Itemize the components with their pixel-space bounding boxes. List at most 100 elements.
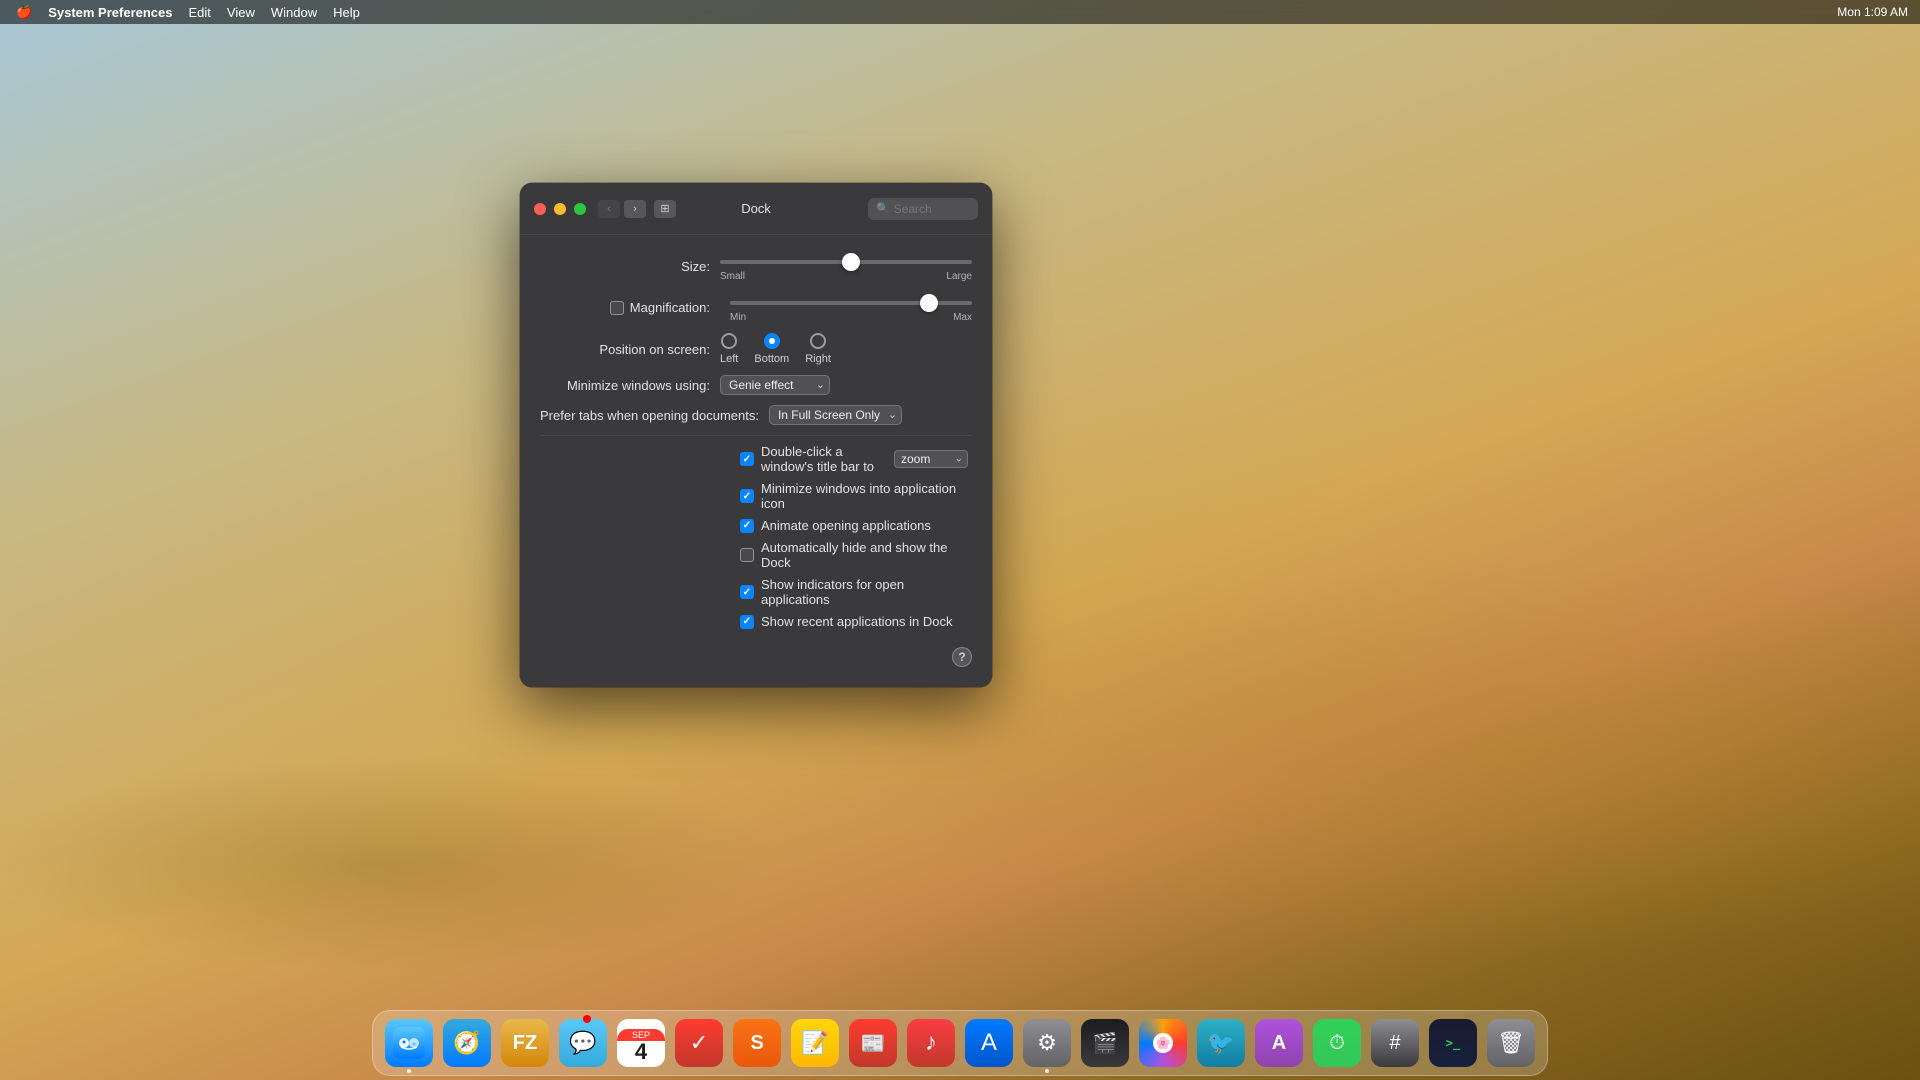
dock-item-iterm[interactable]: >_ — [1427, 1017, 1479, 1069]
dock-item-filezilla[interactable]: FZ — [499, 1017, 551, 1069]
minimize-button[interactable] — [554, 203, 566, 215]
dock-preferences-window: ‹ › ⊞ Dock 🔍 Size: Small Large — [520, 183, 992, 687]
dock-item-finder[interactable] — [383, 1017, 435, 1069]
dock-item-photos[interactable]: 🌸 — [1137, 1017, 1189, 1069]
magnification-checkbox[interactable] — [610, 301, 624, 315]
size-slider[interactable] — [720, 260, 972, 264]
position-row: Position on screen: Left Bottom Right — [540, 333, 972, 365]
bottom-row: ? — [540, 637, 972, 667]
search-bar[interactable]: 🔍 — [868, 198, 978, 220]
show-recent-row: Show recent applications in Dock — [740, 614, 972, 629]
finder-icon — [385, 1019, 433, 1067]
position-bottom-label: Bottom — [754, 353, 789, 365]
maximize-button[interactable] — [574, 203, 586, 215]
menubar-time: Mon 1:09 AM — [1833, 5, 1912, 19]
zoom-select[interactable]: zoom minimize — [894, 450, 968, 468]
minimize-app-icon-row: Minimize windows into application icon — [740, 481, 972, 511]
minimize-row: Minimize windows using: Genie effect Sca… — [540, 375, 972, 395]
finder-dot — [407, 1069, 411, 1073]
position-right-radio[interactable] — [810, 333, 826, 349]
auto-hide-label: Automatically hide and show the Dock — [761, 540, 972, 570]
show-recent-checkbox[interactable] — [740, 615, 754, 629]
photos-icon: 🌸 — [1139, 1019, 1187, 1067]
size-small-label: Small — [720, 271, 745, 282]
filezilla-icon: FZ — [501, 1019, 549, 1067]
separator — [540, 435, 972, 436]
menubar-right: Mon 1:09 AM — [1833, 5, 1912, 19]
animate-label: Animate opening applications — [761, 518, 931, 533]
position-right-label: Right — [805, 353, 831, 365]
minimize-select[interactable]: Genie effect Scale effect — [720, 375, 830, 395]
position-left-radio[interactable] — [721, 333, 737, 349]
auto-hide-checkbox[interactable] — [740, 548, 754, 562]
dock-item-calculator[interactable]: # — [1369, 1017, 1421, 1069]
show-recent-label: Show recent applications in Dock — [761, 614, 953, 629]
mag-max-label: Max — [953, 312, 972, 323]
news-icon: 📰 — [849, 1019, 897, 1067]
dock-item-timing[interactable]: ⏱ — [1311, 1017, 1363, 1069]
dock-item-appstore[interactable]: A — [963, 1017, 1015, 1069]
magnification-slider[interactable] — [730, 301, 972, 305]
minimize-select-wrapper: Genie effect Scale effect — [720, 375, 830, 395]
sublime-text-icon: S — [733, 1019, 781, 1067]
dock-item-claquette[interactable]: 🎬 — [1079, 1017, 1131, 1069]
mag-min-label: Min — [730, 312, 746, 323]
search-input[interactable] — [894, 202, 970, 216]
help-menu[interactable]: Help — [325, 0, 368, 24]
iterm-icon: >_ — [1429, 1019, 1477, 1067]
wail-icon: 🐦 — [1197, 1019, 1245, 1067]
window-title: Dock — [741, 201, 771, 216]
claquette-icon: 🎬 — [1081, 1019, 1129, 1067]
mag-slider-container: Min Max — [730, 292, 972, 323]
position-bottom[interactable]: Bottom — [754, 333, 789, 365]
app-name[interactable]: System Preferences — [40, 0, 180, 24]
magnification-label-section: Magnification: — [540, 300, 720, 315]
minimize-app-icon-checkbox[interactable] — [740, 489, 754, 503]
close-button[interactable] — [534, 203, 546, 215]
traffic-lights — [534, 203, 586, 215]
size-row: Size: Small Large — [540, 251, 972, 282]
dock-item-wail[interactable]: 🐦 — [1195, 1017, 1247, 1069]
dock-item-omnifocus[interactable]: ✓ — [673, 1017, 725, 1069]
affinity-photo-icon: A — [1255, 1019, 1303, 1067]
position-right[interactable]: Right — [805, 333, 831, 365]
dock-item-news[interactable]: 📰 — [847, 1017, 899, 1069]
messages-dot — [583, 1015, 591, 1023]
stickies-icon: 📝 — [791, 1019, 839, 1067]
calendar-icon: SEP 4 — [617, 1019, 665, 1067]
magnification-label: Magnification: — [630, 300, 710, 315]
window-menu[interactable]: Window — [263, 0, 325, 24]
edit-menu[interactable]: Edit — [181, 0, 219, 24]
omnifocus-icon: ✓ — [675, 1019, 723, 1067]
dock-item-trash[interactable]: 🗑 — [1485, 1017, 1537, 1069]
tabs-select-wrapper: In Full Screen Only Always Manually — [769, 405, 902, 425]
view-menu[interactable]: View — [219, 0, 263, 24]
sysprefs-dot — [1045, 1069, 1049, 1073]
apple-menu[interactable]: 🍎 — [8, 0, 40, 24]
dock-item-sysprefs[interactable]: ⚙ — [1021, 1017, 1073, 1069]
help-button[interactable]: ? — [952, 647, 972, 667]
trash-icon: 🗑 — [1487, 1019, 1535, 1067]
dock-item-sublime[interactable]: S — [731, 1017, 783, 1069]
dock-item-safari[interactable]: 🧭 — [441, 1017, 493, 1069]
minimize-label: Minimize windows using: — [540, 378, 720, 393]
dock-item-affinity[interactable]: A — [1253, 1017, 1305, 1069]
show-indicators-checkbox[interactable] — [740, 585, 754, 599]
dock-item-calendar[interactable]: SEP 4 — [615, 1017, 667, 1069]
finder-svg — [393, 1027, 425, 1059]
dock-item-messages[interactable]: 💬 — [557, 1017, 609, 1069]
forward-button[interactable]: › — [624, 200, 646, 218]
system-preferences-icon: ⚙ — [1023, 1019, 1071, 1067]
position-bottom-radio[interactable] — [764, 333, 780, 349]
messages-icon: 💬 — [559, 1019, 607, 1067]
dock-item-itunes[interactable]: ♪ — [905, 1017, 957, 1069]
double-click-checkbox[interactable] — [740, 452, 754, 466]
animate-row: Animate opening applications — [740, 518, 972, 533]
back-button[interactable]: ‹ — [598, 200, 620, 218]
position-left[interactable]: Left — [720, 333, 738, 365]
app-store-icon: A — [965, 1019, 1013, 1067]
dock-item-stickies[interactable]: 📝 — [789, 1017, 841, 1069]
tabs-select[interactable]: In Full Screen Only Always Manually — [769, 405, 902, 425]
grid-button[interactable]: ⊞ — [654, 200, 676, 218]
animate-checkbox[interactable] — [740, 519, 754, 533]
